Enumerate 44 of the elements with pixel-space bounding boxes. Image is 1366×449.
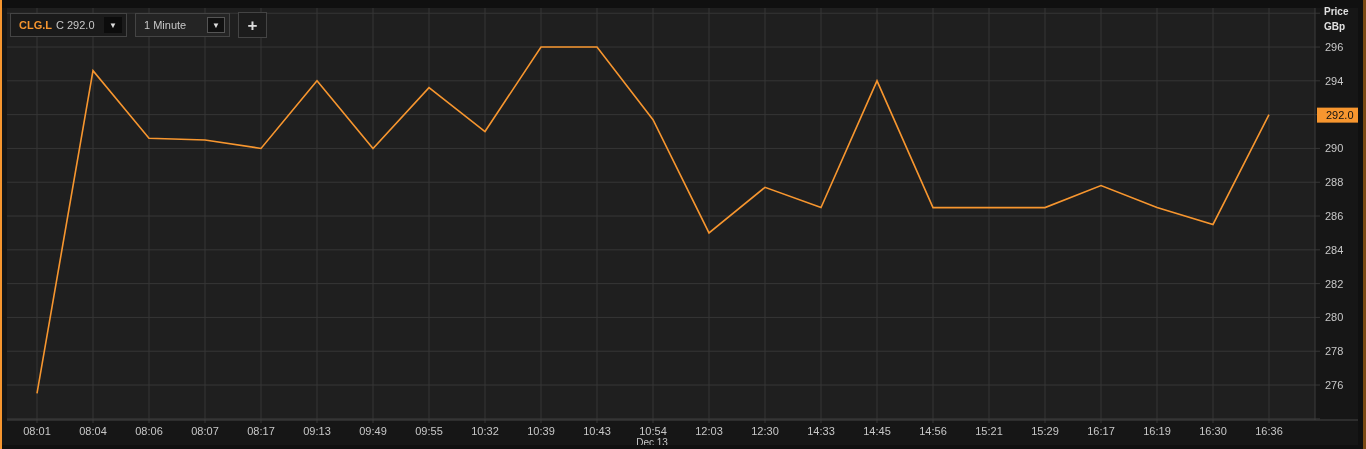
time-tick-label: 08:01 [23, 425, 51, 437]
time-tick-label: 16:17 [1087, 425, 1115, 437]
quote-label: C 292.0 [56, 19, 95, 31]
price-tick-label: 290 [1325, 142, 1344, 155]
dropdown-button[interactable]: ▼ [207, 17, 225, 33]
interval-selector[interactable]: 1 Minute ▼ [135, 13, 230, 37]
time-tick-label: 16:36 [1255, 425, 1283, 437]
price-tick-label: 286 [1325, 210, 1344, 223]
time-tick-label: 09:49 [359, 425, 387, 437]
time-tick-label: 10:32 [471, 425, 499, 437]
time-tick-label: 15:21 [975, 425, 1003, 437]
current-price-badge: 292.0 [1317, 107, 1358, 123]
time-tick-label: 10:39 [527, 425, 555, 437]
price-tick-label: 294 [1325, 74, 1344, 87]
interval-label: 1 Minute [144, 19, 187, 31]
axis-title: Price [1324, 6, 1349, 17]
time-tick-label: 12:03 [695, 425, 723, 437]
time-tick-label: 09:55 [415, 425, 443, 437]
price-tick-label: 288 [1325, 176, 1344, 189]
ticker-label: CLG.L [19, 19, 52, 31]
symbol-selector[interactable]: CLG.L C 292.0 ▼ [10, 13, 127, 37]
time-tick-label: 14:33 [807, 425, 835, 437]
price-tick-label: 282 [1325, 277, 1344, 290]
price-tick-label: 284 [1325, 243, 1344, 256]
time-tick-label: 15:29 [1031, 425, 1059, 437]
dropdown-button[interactable]: ▼ [104, 17, 122, 33]
add-button[interactable]: + [238, 12, 267, 38]
time-tick-label: 10:54 [639, 425, 667, 437]
price-tick-label: 296 [1325, 41, 1344, 54]
time-tick-label: 10:43 [583, 425, 611, 437]
price-tick-label: 280 [1325, 311, 1344, 324]
time-tick-label: 12:30 [751, 425, 779, 437]
time-tick-label: 08:17 [247, 425, 275, 437]
time-tick-label: 08:06 [135, 425, 163, 437]
axis-unit: GBp [1324, 21, 1346, 32]
time-tick-label: 14:56 [919, 425, 947, 437]
time-tick-label: 16:19 [1143, 425, 1171, 437]
time-tick-label: 14:45 [863, 425, 891, 437]
price-tick-label: 278 [1325, 345, 1344, 358]
price-tick-label: 276 [1325, 379, 1344, 391]
time-tick-label: 08:07 [191, 425, 219, 437]
time-tick-label: 16:30 [1199, 425, 1227, 437]
time-tick-label: 08:04 [79, 425, 107, 437]
time-tick-label: 09:13 [303, 425, 331, 437]
